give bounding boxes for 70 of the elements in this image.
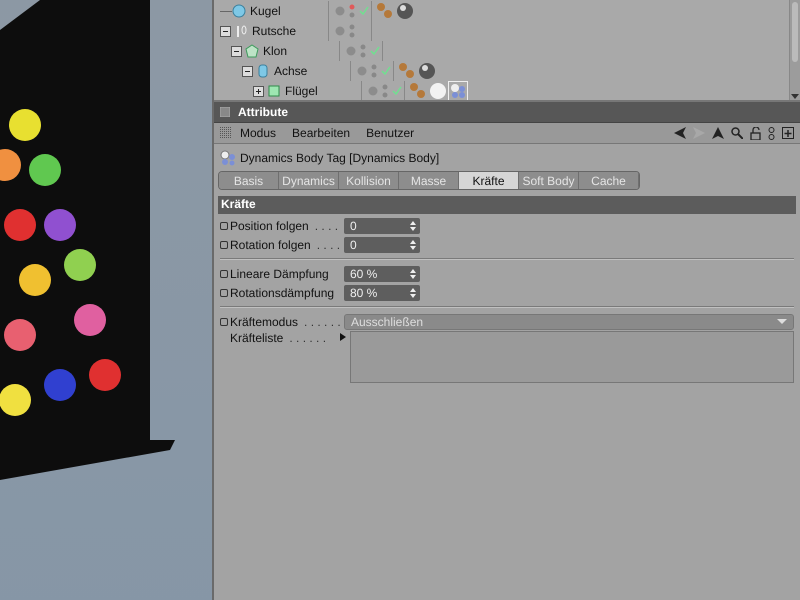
field-label: Rotationsdämpfung: [230, 286, 334, 300]
visibility-switch-icon[interactable]: [371, 64, 377, 78]
grip-icon[interactable]: [220, 127, 232, 139]
object-name[interactable]: Achse: [274, 64, 308, 78]
panel-grip-icon[interactable]: [220, 107, 230, 117]
visibility-dot-icon[interactable]: [357, 66, 367, 76]
caret-icon[interactable]: [777, 318, 787, 324]
triangle-right-icon[interactable]: [340, 333, 346, 341]
leader-dots: . . . . . .: [289, 331, 326, 345]
spinner-arrows-icon[interactable]: [410, 240, 416, 250]
field-label: Kräfteliste: [230, 331, 284, 345]
tab[interactable]: Kräfte: [459, 172, 519, 189]
keyframe-toggle[interactable]: [220, 318, 228, 326]
panel-title: Attribute: [238, 105, 288, 119]
new-panel-icon[interactable]: [782, 127, 794, 139]
spinner-arrows-icon[interactable]: [410, 288, 416, 298]
keyframe-toggle[interactable]: [220, 240, 228, 248]
check-icon[interactable]: [359, 6, 369, 16]
number-field[interactable]: 80 %: [344, 284, 420, 300]
spinner-arrows-icon[interactable]: [410, 220, 416, 230]
down-arrow-icon[interactable]: [791, 94, 799, 100]
menu-item[interactable]: Modus: [232, 126, 284, 140]
number-field[interactable]: 0: [344, 218, 420, 234]
menu-item[interactable]: Bearbeiten: [284, 126, 358, 140]
field-label: Rotation folgen: [230, 238, 311, 252]
leader-dots: . . . . . .: [304, 314, 341, 328]
field-label: Kräftemodus: [230, 314, 298, 328]
visibility-dot-icon[interactable]: [368, 86, 378, 96]
visibility-dot-icon[interactable]: [346, 46, 356, 56]
circles-icon[interactable]: [768, 126, 775, 140]
spheres-tag-icon: [220, 150, 236, 166]
visibility-switch-icon[interactable]: [360, 44, 366, 58]
field-label: Position folgen: [230, 218, 309, 232]
section-header: Kräfte: [218, 196, 796, 214]
object-title: Dynamics Body Tag [Dynamics Body]: [240, 151, 440, 165]
null-object-icon: [237, 26, 246, 37]
number-field[interactable]: 0: [344, 236, 420, 252]
spheres-tag-icon[interactable]: [451, 84, 465, 98]
back-arrow-icon[interactable]: [674, 127, 686, 139]
keyframe-toggle[interactable]: [220, 288, 228, 296]
menu-item[interactable]: Benutzer: [358, 126, 422, 140]
search-icon[interactable]: [731, 127, 743, 139]
check-icon[interactable]: [381, 66, 391, 76]
field-label: Lineare Dämpfung: [230, 266, 329, 280]
sphere-icon[interactable]: [419, 63, 435, 79]
leader-dots: . . . .: [314, 218, 338, 232]
visibility-dot-icon[interactable]: [335, 6, 345, 16]
check-icon[interactable]: [370, 46, 380, 56]
visibility-switch-icon[interactable]: [349, 4, 355, 18]
keyframe-toggle[interactable]: [220, 270, 228, 278]
object-name[interactable]: Rutsche: [252, 24, 296, 38]
lock-icon[interactable]: [750, 126, 761, 140]
object-name[interactable]: Flügel: [285, 84, 318, 98]
object-name[interactable]: Kugel: [250, 4, 281, 18]
leader-dots: . . . .: [316, 238, 340, 252]
cloner-icon: [245, 44, 259, 58]
sphere-icon[interactable]: [397, 3, 413, 19]
cylinder-icon: [258, 64, 268, 78]
object-name[interactable]: Klon: [263, 44, 288, 58]
scrollbar[interactable]: [789, 0, 800, 100]
visibility-switch-icon[interactable]: [382, 84, 388, 98]
check-icon[interactable]: [392, 86, 402, 96]
visibility-dot-icon[interactable]: [335, 26, 345, 36]
visibility-switch-icon[interactable]: [349, 24, 355, 38]
sphere-icon: [232, 4, 246, 18]
keyframe-toggle[interactable]: [220, 222, 228, 230]
cube-icon: [268, 86, 280, 96]
up-arrow-icon[interactable]: [712, 127, 724, 139]
number-field[interactable]: 60 %: [344, 266, 420, 282]
spinner-arrows-icon[interactable]: [410, 268, 416, 278]
